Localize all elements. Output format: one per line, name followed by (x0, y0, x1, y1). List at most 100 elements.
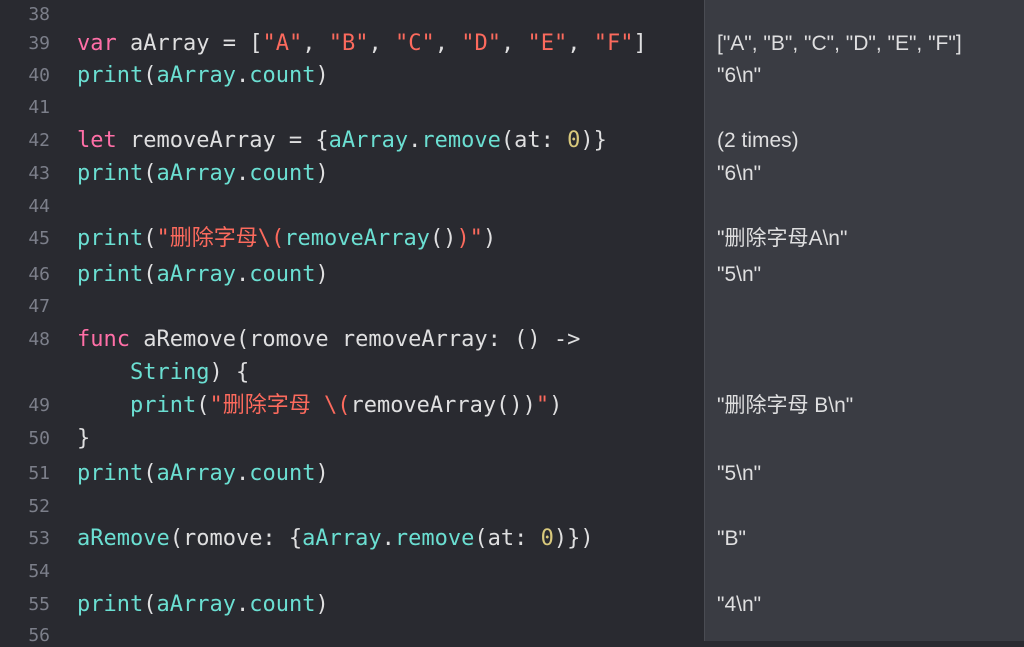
code-token: )" (456, 226, 483, 251)
code-editor[interactable]: 38 39 var aArray = ["A", "B", "C", "D", "E… (0, 0, 704, 646)
code-token: . (381, 526, 395, 551)
code-token: )}) (553, 526, 594, 551)
code-token: ( (143, 161, 157, 186)
code-line[interactable]: print(aArray.count) (77, 161, 329, 187)
code-token: )} (580, 128, 607, 153)
code-token: . (235, 63, 250, 88)
code-line[interactable]: aRemove(romove: {aArray.remove(at: 0)}) (77, 526, 594, 552)
code-token: count (249, 262, 316, 287)
line-number: 45 (28, 228, 50, 249)
code-token: "删除字母 \( (209, 393, 351, 418)
result-value[interactable]: "B" (717, 526, 746, 552)
code-token: aRemove(romove removeArray: () -> (129, 327, 581, 352)
code-token: count (249, 63, 316, 88)
line-number: 39 (28, 33, 50, 54)
code-line[interactable]: print("删除字母\(removeArray())") (77, 226, 496, 252)
code-token: ] (633, 31, 647, 56)
code-token: (at: (474, 526, 541, 551)
code-token: "E" (527, 31, 568, 56)
code-token: aArray = [ (116, 31, 263, 56)
result-value[interactable]: "6\n" (717, 161, 761, 187)
code-token: ) { (209, 360, 250, 385)
code-token: } (77, 426, 91, 451)
code-token: , (368, 31, 395, 56)
code-token: , (567, 31, 594, 56)
code-token: "A" (262, 31, 303, 56)
code-token: removeArray (284, 226, 430, 251)
result-value[interactable]: "4\n" (717, 592, 761, 618)
code-token: print (77, 592, 144, 617)
code-line[interactable]: func aRemove(romove removeArray: () -> (77, 327, 580, 353)
result-value[interactable]: ["A", "B", "C", "D", "E", "F"] (717, 31, 962, 57)
code-line[interactable]: print("删除字母 \(removeArray())") (77, 393, 562, 419)
result-value[interactable]: "删除字母A\n" (717, 226, 847, 252)
code-line[interactable]: String) { (77, 360, 249, 386)
code-token: ( (143, 461, 157, 486)
line-number: 48 (28, 329, 50, 350)
code-token: print (77, 262, 144, 287)
code-token: remove (421, 128, 501, 153)
result-value[interactable]: (2 times) (717, 128, 799, 154)
code-token: aArray (328, 128, 409, 153)
code-token: . (235, 461, 250, 486)
code-token: , (302, 31, 329, 56)
result-value[interactable]: "6\n" (717, 63, 761, 89)
code-token: print (77, 63, 144, 88)
line-number: 46 (28, 264, 50, 285)
code-token: removeArray()) (350, 393, 536, 418)
code-token: let (77, 128, 117, 153)
code-token: ) (315, 461, 329, 486)
code-token: print (77, 461, 144, 486)
code-token: print (77, 226, 144, 251)
line-number: 47 (28, 296, 50, 317)
code-line[interactable]: print(aArray.count) (77, 592, 329, 618)
results-sidebar: ["A", "B", "C", "D", "E", "F"] "6\n" (2 ti… (704, 0, 1024, 641)
code-token: "F" (593, 31, 634, 56)
line-number: 42 (28, 130, 50, 151)
line-number: 50 (28, 428, 50, 449)
code-token: "D" (461, 31, 501, 56)
code-line[interactable]: } (77, 426, 90, 452)
code-line[interactable]: print(aArray.count) (77, 63, 329, 89)
line-number: 43 (28, 163, 50, 184)
code-token: aArray (302, 526, 382, 551)
code-token: aArray (156, 161, 236, 186)
code-line[interactable]: var aArray = ["A", "B", "C", "D", "E", "… (77, 31, 647, 57)
code-token: func (77, 327, 130, 352)
code-token: . (235, 161, 250, 186)
line-number: 52 (28, 496, 50, 517)
line-number: 55 (28, 594, 50, 615)
code-token: ( (143, 262, 157, 287)
code-token: , (434, 31, 462, 56)
code-token: "B" (328, 31, 369, 56)
code-token: ) (315, 592, 329, 617)
code-token: ( (143, 592, 157, 617)
line-number: 56 (28, 625, 50, 646)
code-token: () (429, 226, 457, 251)
code-token: aArray (156, 63, 236, 88)
code-line[interactable]: print(aArray.count) (77, 461, 329, 487)
code-token: aRemove (77, 526, 170, 551)
code-token: ) (482, 226, 497, 251)
code-token: , (500, 31, 528, 56)
code-token: aArray (156, 461, 236, 486)
code-token: . (235, 592, 250, 617)
code-token: var (77, 31, 117, 56)
code-token: (romove: { (169, 526, 303, 551)
result-value[interactable]: "删除字母 B\n" (717, 393, 853, 419)
code-token: ) (315, 63, 329, 88)
code-token: ( (143, 63, 157, 88)
line-number: 51 (28, 463, 50, 484)
result-value[interactable]: "5\n" (717, 262, 761, 288)
code-token: . (235, 262, 250, 287)
xcode-playground: 38 39 var aArray = ["A", "B", "C", "D", "E… (0, 0, 1024, 646)
code-token: " (535, 393, 550, 418)
result-value[interactable]: "5\n" (717, 461, 761, 487)
code-line[interactable]: print(aArray.count) (77, 262, 329, 288)
line-number: 49 (28, 395, 50, 416)
code-token: print (129, 393, 197, 418)
code-line[interactable]: let removeArray = {aArray.remove(at: 0)} (77, 128, 607, 154)
code-token: count (249, 161, 316, 186)
code-token: print (77, 161, 144, 186)
line-number: 53 (28, 528, 50, 549)
